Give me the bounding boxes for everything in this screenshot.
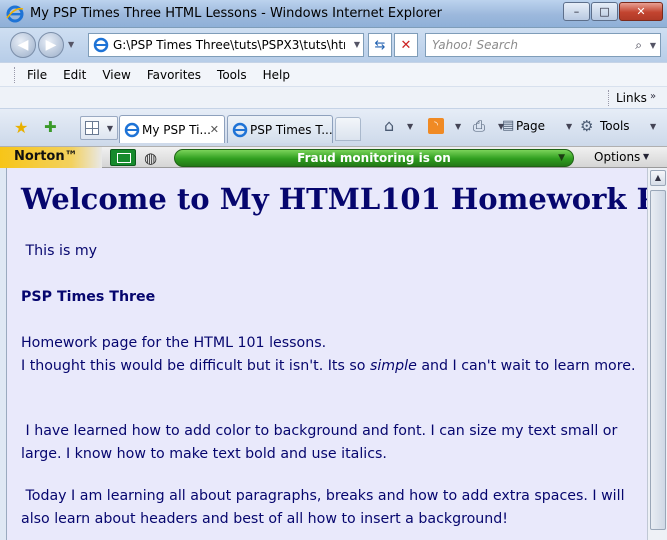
search-input[interactable]: Yahoo! Search ⌕ ▼ xyxy=(425,33,661,57)
tab-row: ★ ✚ ▼ My PSP Ti... ✕ PSP Times T... ⌂ ▼ … xyxy=(0,108,667,146)
ie-page-icon xyxy=(124,122,140,138)
back-button[interactable]: ◀ xyxy=(10,32,36,58)
links-separator xyxy=(608,90,609,106)
ie-logo-icon xyxy=(6,5,24,23)
paragraph-intro: This is my xyxy=(21,243,98,259)
page-content: Welcome to My HTML101 Homework Page This… xyxy=(6,168,647,540)
scroll-thumb[interactable] xyxy=(650,190,666,530)
tab-my-psp-lessons[interactable]: My PSP Ti... ✕ xyxy=(119,115,225,143)
tab-label: My PSP Ti... xyxy=(142,123,211,137)
search-dropdown-icon[interactable]: ▼ xyxy=(650,41,656,50)
add-favorites-icon[interactable]: ✚ xyxy=(44,118,57,136)
home-icon[interactable]: ⌂ xyxy=(384,116,394,135)
links-bar: Links » xyxy=(0,86,667,108)
tab-list-dropdown-icon[interactable]: ▼ xyxy=(107,124,113,133)
globe-icon[interactable]: ◍ xyxy=(144,149,157,167)
fraud-monitoring-status[interactable]: Fraud monitoring is on ▼ xyxy=(174,149,574,167)
page-icon: ▤ xyxy=(502,118,515,133)
address-toolbar: ◀ ▶ ▼ G:\PSP Times Three\tuts\PSPX3\tuts… xyxy=(0,28,667,62)
minimize-button[interactable]: – xyxy=(563,2,590,21)
homework-line-2-end: and I can't wait to learn more. xyxy=(416,358,636,374)
menu-view[interactable]: View xyxy=(102,68,130,82)
homework-italic-word: simple xyxy=(369,358,417,374)
options-dropdown-icon[interactable]: ▼ xyxy=(643,152,649,161)
menu-file[interactable]: File xyxy=(27,68,47,82)
address-dropdown-icon[interactable]: ▼ xyxy=(354,40,360,49)
recent-pages-dropdown-icon[interactable]: ▼ xyxy=(68,40,74,49)
search-placeholder: Yahoo! Search xyxy=(432,38,518,52)
tools-gear-icon: ⚙ xyxy=(580,117,594,135)
tools-dropdown-icon[interactable]: ▼ xyxy=(650,122,656,131)
window-title: My PSP Times Three HTML Lessons - Window… xyxy=(30,6,443,21)
home-dropdown-icon[interactable]: ▼ xyxy=(407,122,413,131)
close-tab-icon[interactable]: ✕ xyxy=(210,123,219,136)
new-tab-button[interactable] xyxy=(335,117,361,141)
menu-help[interactable]: Help xyxy=(263,68,290,82)
tab-label: PSP Times T... xyxy=(250,123,333,137)
homework-line-2-start: I thought this would be difficult but it… xyxy=(21,358,370,374)
page-heading: Welcome to My HTML101 Homework Page xyxy=(21,182,647,216)
menu-edit[interactable]: Edit xyxy=(63,68,86,82)
toolbar-grip[interactable] xyxy=(14,67,17,83)
print-icon[interactable]: ⎙ xyxy=(473,117,485,135)
close-window-button[interactable]: ✕ xyxy=(619,2,663,21)
chevron-icon[interactable]: » xyxy=(650,91,656,102)
address-url[interactable]: G:\PSP Times Three\tuts\PSPX3\tuts\html1… xyxy=(113,38,345,52)
links-button[interactable]: Links xyxy=(616,91,647,105)
forward-button[interactable]: ▶ xyxy=(38,32,64,58)
fraud-status-text: Fraud monitoring is on xyxy=(297,151,451,165)
vertical-scrollbar[interactable]: ▲ xyxy=(647,168,667,540)
stop-button[interactable]: ✕ xyxy=(394,33,418,57)
norton-toolbar: Norton™ ◍ Fraud monitoring is on ▼ Optio… xyxy=(0,146,667,168)
quick-tabs-icon xyxy=(85,121,99,135)
maximize-button[interactable]: □ xyxy=(591,2,618,21)
refresh-button[interactable]: ⇆ xyxy=(368,33,392,57)
norton-computer-icon[interactable] xyxy=(110,149,136,166)
address-bar[interactable]: G:\PSP Times Three\tuts\PSPX3\tuts\html1… xyxy=(88,33,364,57)
menu-bar: File Edit View Favorites Tools Help xyxy=(0,62,667,86)
page-menu-button[interactable]: Page xyxy=(516,119,545,133)
paragraph-learned: I have learned how to add color to backg… xyxy=(21,423,622,462)
homework-line-1: Homework page for the HTML 101 lessons. xyxy=(21,335,327,351)
tools-menu-button[interactable]: Tools xyxy=(600,119,630,133)
menu-tools[interactable]: Tools xyxy=(217,68,247,82)
norton-options-button[interactable]: Options xyxy=(594,150,640,164)
paragraph-today: Today I am learning all about paragraphs… xyxy=(21,488,630,527)
favorites-center-icon[interactable]: ★ xyxy=(14,118,28,137)
paragraph-site-name: PSP Times Three xyxy=(21,289,156,305)
menu-favorites[interactable]: Favorites xyxy=(147,68,201,82)
paragraph-homework: Homework page for the HTML 101 lessons. … xyxy=(21,332,637,378)
norton-logo[interactable]: Norton™ xyxy=(0,147,102,168)
quick-tabs-button[interactable]: ▼ xyxy=(80,116,118,140)
feeds-icon[interactable]: ◝ xyxy=(428,118,444,134)
page-dropdown-icon[interactable]: ▼ xyxy=(566,122,572,131)
search-icon[interactable]: ⌕ xyxy=(635,38,642,53)
ie-page-icon xyxy=(93,37,109,53)
scroll-up-button[interactable]: ▲ xyxy=(650,170,666,186)
fraud-dropdown-icon[interactable]: ▼ xyxy=(558,153,565,163)
title-bar: My PSP Times Three HTML Lessons - Window… xyxy=(0,0,667,28)
feeds-dropdown-icon[interactable]: ▼ xyxy=(455,122,461,131)
norton-logo-text: Norton™ xyxy=(14,149,78,164)
ie-page-icon xyxy=(232,122,248,138)
tab-psp-times-three[interactable]: PSP Times T... xyxy=(227,115,333,143)
